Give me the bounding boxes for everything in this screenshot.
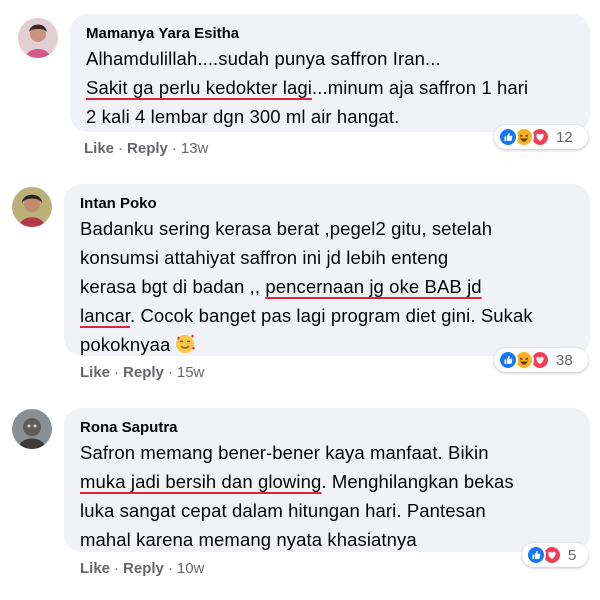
highlighted-phrase: Sakit ga perlu kedokter lagi xyxy=(86,77,312,98)
highlighted-phrase: lancar xyxy=(80,305,130,326)
reaction-summary[interactable]: 5 xyxy=(522,543,588,567)
comment-text-line: Sakit ga perlu kedokter lagi...minum aja… xyxy=(86,73,576,102)
comment-text-line: Badanku sering kerasa berat ,pegel2 gitu… xyxy=(80,214,576,243)
text-segment: 2 kali 4 lembar dgn 300 ml air hangat. xyxy=(86,106,400,127)
text-segment: luka sangat cepat dalam hitungan hari. P… xyxy=(80,500,486,521)
comment-actions: Like · Reply · 10w xyxy=(80,560,205,577)
comment-bubble: Rona Saputra Safron memang bener-bener k… xyxy=(64,408,590,552)
reply-link[interactable]: Reply xyxy=(123,364,164,381)
comment-text-line: lancar. Cocok banget pas lagi program di… xyxy=(80,301,576,330)
comment-actions: Like · Reply · 15w xyxy=(80,364,205,381)
comment-text-line: luka sangat cepat dalam hitungan hari. P… xyxy=(80,496,576,525)
smiling-face-with-hearts-icon xyxy=(174,333,196,355)
text-segment: . Cocok banget pas lagi program diet gin… xyxy=(129,305,533,326)
reaction-count: 5 xyxy=(568,546,577,564)
text-segment: mahal karena memang nyata khasiatnya xyxy=(80,529,417,550)
comment-text: Safron memang bener-bener kaya manfaat. … xyxy=(80,438,576,554)
comment-author[interactable]: Rona Saputra xyxy=(80,418,576,438)
avatar[interactable] xyxy=(12,187,52,227)
avatar[interactable] xyxy=(18,18,58,58)
reaction-summary[interactable]: 12 xyxy=(494,125,588,149)
comment-timestamp[interactable]: 10w xyxy=(177,560,205,577)
like-reaction-icon xyxy=(498,350,518,370)
reply-link[interactable]: Reply xyxy=(123,560,164,577)
comment-text-line: konsumsi attahiyat saffron ini jd lebih … xyxy=(80,243,576,272)
comment-text-line: muka jadi bersih dan glowing. Menghilang… xyxy=(80,467,576,496)
text-segment: . Menghilangkan bekas xyxy=(321,471,514,492)
comment-text-line: kerasa bgt di badan ,, pencernaan jg oke… xyxy=(80,272,576,301)
comment-timestamp[interactable]: 15w xyxy=(177,364,205,381)
avatar[interactable] xyxy=(12,409,52,449)
reaction-summary[interactable]: 38 xyxy=(494,348,588,372)
reply-link[interactable]: Reply xyxy=(127,140,168,157)
highlighted-phrase: muka jadi bersih dan glowing xyxy=(80,471,322,492)
text-segment: pokoknyaa xyxy=(80,334,171,355)
like-reaction-icon xyxy=(498,127,518,147)
comment-author[interactable]: Mamanya Yara Esitha xyxy=(86,24,576,44)
comment-text-line: Alhamdulillah....sudah punya saffron Ira… xyxy=(86,44,576,73)
text-segment: Alhamdulillah....sudah punya saffron Ira… xyxy=(86,48,441,69)
comment-text: Alhamdulillah....sudah punya saffron Ira… xyxy=(86,44,576,131)
text-segment: Badanku sering kerasa berat ,pegel2 gitu… xyxy=(80,218,493,239)
comment-text-line: mahal karena memang nyata khasiatnya xyxy=(80,525,576,554)
comment-timestamp[interactable]: 13w xyxy=(181,140,209,157)
comment-actions: Like · Reply · 13w xyxy=(84,140,209,157)
comment-author[interactable]: Intan Poko xyxy=(80,194,576,214)
highlighted-phrase: pencernaan jg oke BAB jd xyxy=(265,276,482,297)
like-link[interactable]: Like xyxy=(80,560,110,577)
reaction-count: 12 xyxy=(556,128,573,146)
comment-text-line: Safron memang bener-bener kaya manfaat. … xyxy=(80,438,576,467)
comment-bubble: Intan Poko Badanku sering kerasa berat ,… xyxy=(64,184,590,356)
text-segment: kerasa bgt di badan ,, xyxy=(80,276,266,297)
text-segment: Safron memang bener-bener kaya manfaat. … xyxy=(80,442,489,463)
text-segment: konsumsi attahiyat saffron ini jd lebih … xyxy=(80,247,449,268)
like-reaction-icon xyxy=(526,545,546,565)
reaction-count: 38 xyxy=(556,351,573,369)
comment-text: Badanku sering kerasa berat ,pegel2 gitu… xyxy=(80,214,576,359)
like-link[interactable]: Like xyxy=(84,140,114,157)
text-segment: ...minum aja saffron 1 hari xyxy=(311,77,529,98)
comment-bubble: Mamanya Yara Esitha Alhamdulillah....sud… xyxy=(70,14,590,132)
like-link[interactable]: Like xyxy=(80,364,110,381)
